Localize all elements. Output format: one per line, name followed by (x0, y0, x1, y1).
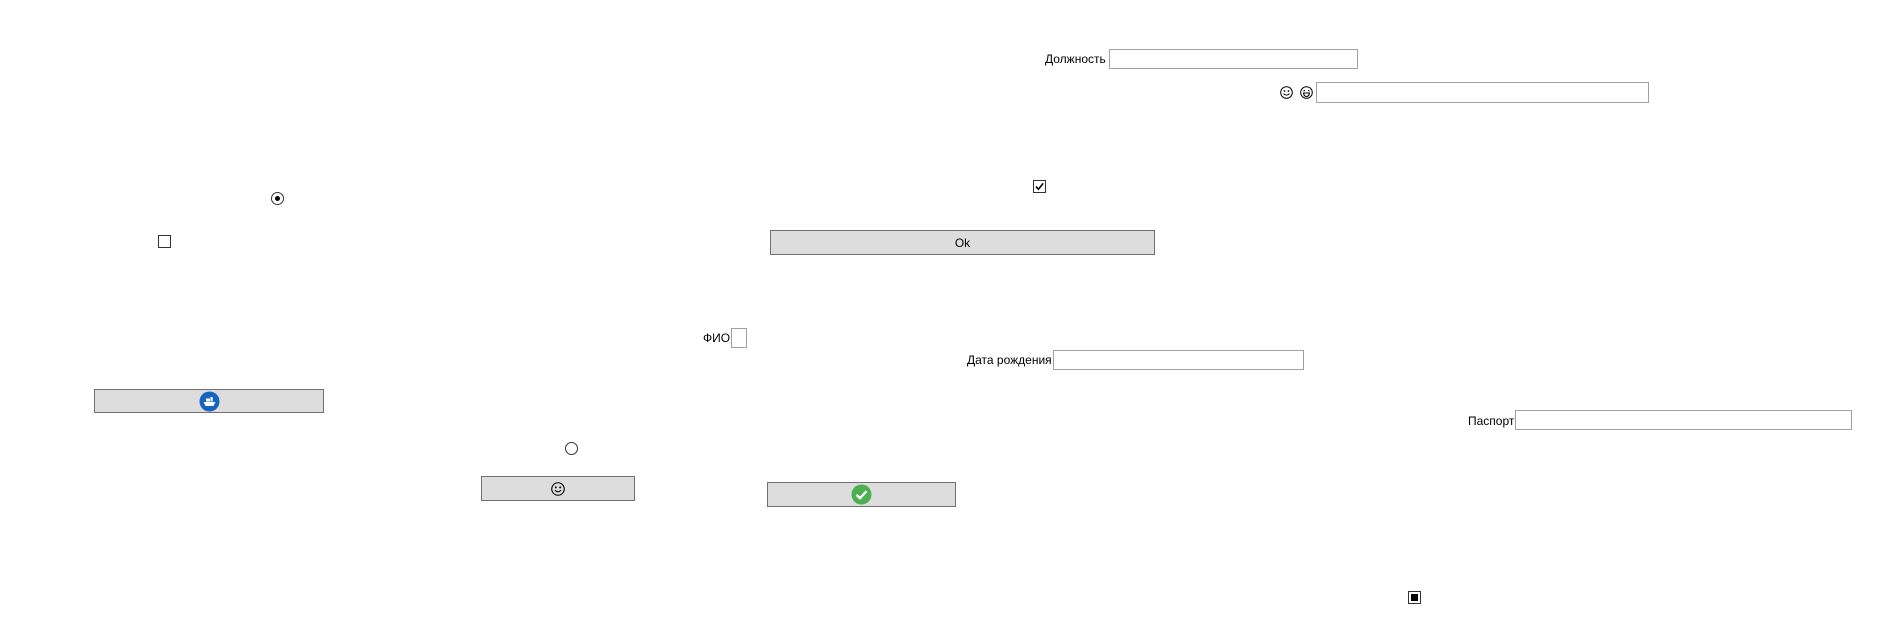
passport-label: Паспорт (1468, 414, 1515, 428)
fio-input[interactable] (731, 328, 747, 348)
laughing-icon (1300, 86, 1313, 99)
radio-unselected[interactable] (565, 442, 578, 455)
smiley-icon (551, 481, 565, 496)
green-check-icon (851, 484, 872, 505)
smiley-icon-button[interactable] (481, 476, 635, 501)
checkbox-unchecked[interactable] (158, 235, 171, 248)
emoji-text-input[interactable] (1316, 82, 1649, 103)
position-label: Должность (1045, 52, 1106, 66)
radio-selected[interactable] (271, 192, 284, 205)
position-input[interactable] (1109, 49, 1358, 69)
check-icon-button[interactable] (767, 482, 956, 507)
indeterminate-mark (1411, 594, 1418, 601)
ship-icon-button[interactable] (94, 389, 324, 413)
birthdate-input[interactable] (1053, 350, 1304, 370)
radio-dot (275, 196, 280, 201)
checkbox-checked[interactable] (1033, 180, 1046, 193)
fio-label: ФИО (703, 331, 731, 345)
passport-input[interactable] (1515, 410, 1852, 430)
checkbox-indeterminate[interactable] (1408, 591, 1421, 604)
smiley-icon (1280, 86, 1293, 99)
ship-icon (199, 391, 219, 411)
ok-button[interactable]: Ok (770, 230, 1155, 255)
birthdate-label: Дата рождения (967, 353, 1052, 367)
